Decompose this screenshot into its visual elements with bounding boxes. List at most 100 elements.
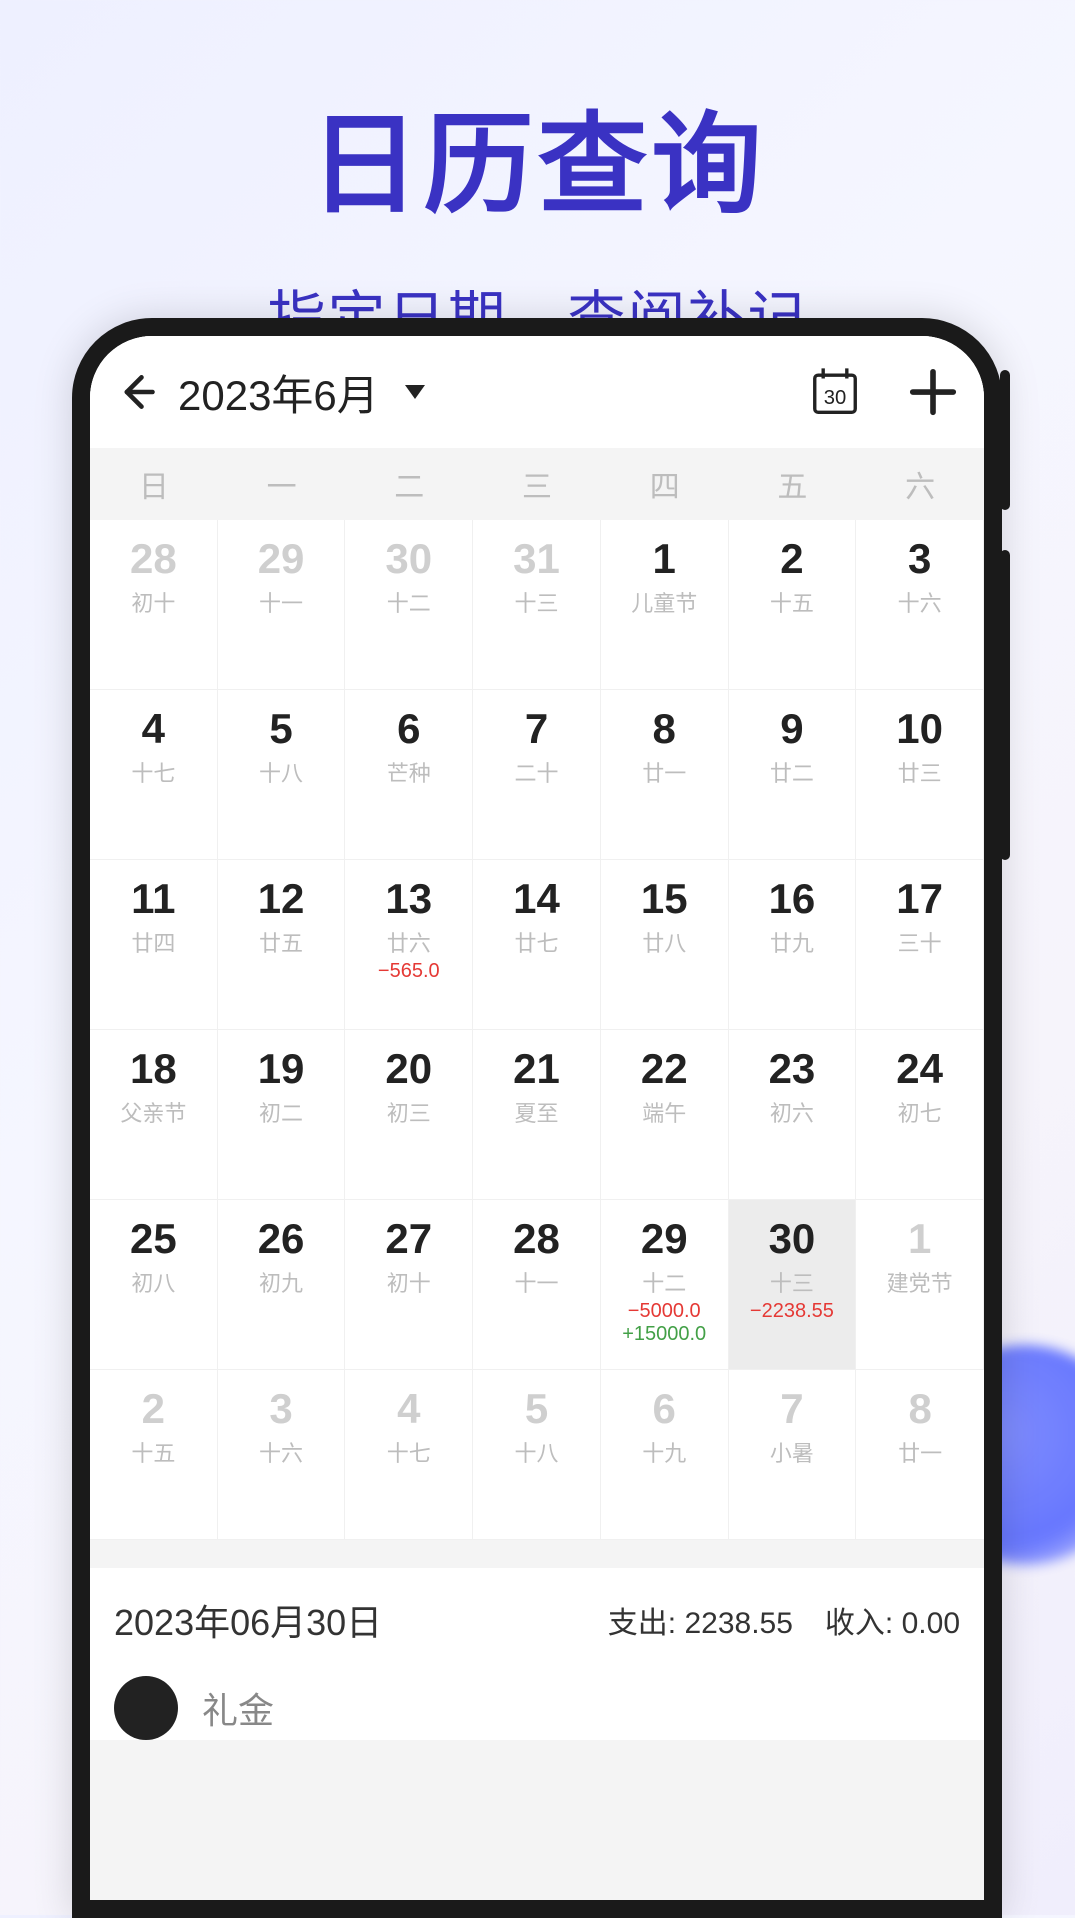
calendar-grid: 28初十29十一30十二31十三1儿童节2十五3十六4十七5十八6芒种7二十8廿… — [90, 520, 984, 1540]
lunar-label: 廿四 — [131, 926, 175, 958]
day-number: 31 — [513, 536, 560, 582]
income-amount: +15000.0 — [622, 1323, 706, 1346]
day-number: 5 — [269, 706, 292, 752]
calendar-day[interactable]: 21夏至 — [473, 1030, 601, 1200]
calendar-day[interactable]: 8廿一 — [601, 690, 729, 860]
lunar-label: 初三 — [387, 1096, 431, 1128]
back-icon[interactable] — [114, 370, 158, 414]
day-number: 27 — [385, 1216, 432, 1262]
calendar-day[interactable]: 12廿五 — [218, 860, 346, 1030]
calendar-day[interactable]: 31 十三 — [473, 520, 601, 690]
calendar-day[interactable]: 22端午 — [601, 1030, 729, 1200]
calendar-day[interactable]: 24初七 — [856, 1030, 984, 1200]
day-number: 6 — [653, 1386, 676, 1432]
promo-title: 日历查询 — [0, 0, 1075, 235]
day-number: 13 — [385, 876, 432, 922]
day-number: 4 — [142, 706, 165, 752]
calendar-day[interactable]: 11廿四 — [90, 860, 218, 1030]
lunar-label: 廿六 — [387, 926, 431, 958]
lunar-label: 廿七 — [514, 926, 558, 958]
calendar-day[interactable]: 4十七 — [90, 690, 218, 860]
calendar-day[interactable]: 13廿六−565.0 — [345, 860, 473, 1030]
today-icon[interactable]: 30 — [808, 365, 862, 419]
lunar-label: 十六 — [898, 586, 942, 618]
month-selector[interactable]: 2023年6月 — [178, 362, 379, 423]
calendar-day[interactable]: 19初二 — [218, 1030, 346, 1200]
phone-frame: 2023年6月 30 日一二三四五六 28初十29十一30十二31十三1儿童节2… — [72, 318, 1002, 1918]
calendar-day[interactable]: 30十三−2238.55 — [729, 1200, 857, 1370]
calendar-day[interactable]: 2十五 — [90, 1370, 218, 1540]
calendar-day[interactable]: 4十七 — [345, 1370, 473, 1540]
chevron-down-icon[interactable] — [405, 385, 425, 399]
lunar-label: 芒种 — [387, 756, 431, 788]
weekday-label: 二 — [345, 448, 473, 520]
volume-button — [1000, 550, 1010, 860]
calendar-day[interactable]: 1儿童节 — [601, 520, 729, 690]
lunar-label: 十九 — [642, 1436, 686, 1468]
lunar-label: 初六 — [770, 1096, 814, 1128]
calendar-day[interactable]: 9廿二 — [729, 690, 857, 860]
day-number: 8 — [653, 706, 676, 752]
lunar-label: 廿九 — [770, 926, 814, 958]
calendar-day[interactable]: 3十六 — [218, 1370, 346, 1540]
day-number: 7 — [780, 1386, 803, 1432]
lunar-label: 廿一 — [898, 1436, 942, 1468]
calendar-day[interactable]: 26初九 — [218, 1200, 346, 1370]
weekday-label: 三 — [473, 448, 601, 520]
calendar-day[interactable]: 23 初六 — [729, 1030, 857, 1200]
day-number: 30 — [385, 536, 432, 582]
calendar-day[interactable]: 5十八 — [218, 690, 346, 860]
calendar-day[interactable]: 17三十 — [856, 860, 984, 1030]
calendar-day[interactable]: 29十一 — [218, 520, 346, 690]
lunar-label: 父亲节 — [120, 1096, 186, 1128]
day-number: 7 — [525, 706, 548, 752]
lunar-label: 初七 — [898, 1096, 942, 1128]
day-number: 23 — [769, 1046, 816, 1092]
weekday-label: 四 — [601, 448, 729, 520]
calendar-day[interactable]: 16 廿九 — [729, 860, 857, 1030]
gift-icon — [114, 1676, 178, 1740]
lunar-label: 小暑 — [770, 1436, 814, 1468]
calendar-day[interactable]: 28初十 — [90, 520, 218, 690]
lunar-label: 十五 — [770, 586, 814, 618]
add-button[interactable] — [906, 365, 960, 419]
calendar-day[interactable]: 5十八 — [473, 1370, 601, 1540]
weekday-label: 六 — [856, 448, 984, 520]
lunar-label: 十一 — [259, 586, 303, 618]
calendar-day[interactable]: 30十二 — [345, 520, 473, 690]
calendar-day[interactable]: 25初八 — [90, 1200, 218, 1370]
lunar-label: 十三 — [514, 586, 558, 618]
calendar-day[interactable]: 28十一 — [473, 1200, 601, 1370]
calendar-day[interactable]: 2十五 — [729, 520, 857, 690]
day-number: 1 — [908, 1216, 931, 1262]
calendar-day[interactable]: 14 廿七 — [473, 860, 601, 1030]
calendar-day[interactable]: 15廿八 — [601, 860, 729, 1030]
calendar-day[interactable]: 29十二−5000.0+15000.0 — [601, 1200, 729, 1370]
expense-amount: −2238.55 — [750, 1300, 834, 1323]
calendar-day[interactable]: 20初三 — [345, 1030, 473, 1200]
calendar-day[interactable]: 1建党节 — [856, 1200, 984, 1370]
calendar-day[interactable]: 10廿三 — [856, 690, 984, 860]
day-number: 3 — [269, 1386, 292, 1432]
lunar-label: 初十 — [387, 1266, 431, 1298]
day-number: 14 — [513, 876, 560, 922]
calendar-day[interactable]: 7二十 — [473, 690, 601, 860]
day-number: 28 — [513, 1216, 560, 1262]
calendar-day[interactable]: 27 初十 — [345, 1200, 473, 1370]
weekday-label: 五 — [729, 448, 857, 520]
transaction-item[interactable]: 礼金 — [90, 1658, 984, 1740]
calendar-day[interactable]: 8 廿一 — [856, 1370, 984, 1540]
day-number: 8 — [908, 1386, 931, 1432]
day-number: 21 — [513, 1046, 560, 1092]
calendar-day[interactable]: 18父亲节 — [90, 1030, 218, 1200]
day-number: 1 — [653, 536, 676, 582]
day-number: 16 — [769, 876, 816, 922]
lunar-label: 三十 — [898, 926, 942, 958]
calendar-day[interactable]: 7 小暑 — [729, 1370, 857, 1540]
calendar-day[interactable]: 6 十九 — [601, 1370, 729, 1540]
day-number: 4 — [397, 1386, 420, 1432]
expense-amount: −5000.0 — [628, 1300, 701, 1323]
app-header: 2023年6月 30 — [90, 336, 984, 448]
calendar-day[interactable]: 6芒种 — [345, 690, 473, 860]
calendar-day[interactable]: 3十六 — [856, 520, 984, 690]
